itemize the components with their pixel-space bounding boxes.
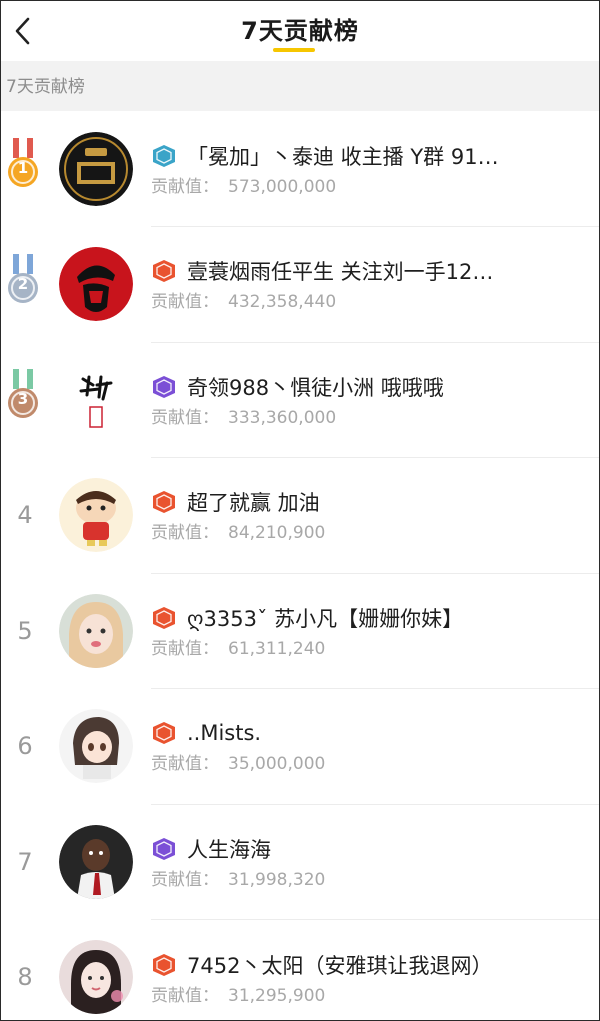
- user-info: 「冕加」丶泰迪 收主播 Y群 91… 贡献值： 573,000,000: [151, 111, 599, 227]
- user-info: ..Mists. 贡献值： 35,000,000: [151, 688, 599, 805]
- anime-avatar[interactable]: [59, 709, 133, 784]
- user-name: 7452丶太阳（安雅琪让我退网）: [187, 953, 493, 978]
- rank-cell: 2: [1, 227, 59, 343]
- page-title: 7天贡献榜: [241, 16, 359, 45]
- score-value: 333,360,000: [228, 407, 337, 428]
- score-label: 贡献值：: [151, 754, 219, 774]
- rank-number: 2: [17, 274, 29, 293]
- name-line: ღ3353ˇ 苏小凡【姗姗你妹】: [151, 603, 559, 633]
- ranking-row[interactable]: 6 ..Mists. 贡献值： 35,000,000: [1, 689, 599, 805]
- score-label: 贡献值：: [151, 176, 219, 197]
- score-label: 贡献值：: [151, 292, 219, 312]
- name-line: 7452丶太阳（安雅琪让我退网）: [151, 950, 559, 980]
- level-badge-icon: [151, 490, 177, 514]
- score-line: 贡献值： 333,360,000: [151, 403, 336, 428]
- rank-number: 1: [17, 159, 29, 177]
- screen: 7天贡献榜 7天贡献榜 1 「冕加」丶泰迪 收主播 Y群 91… 贡献值： 573,…: [0, 0, 600, 1021]
- score-value: 573,000,000: [228, 176, 337, 197]
- rank-number: 5: [17, 616, 33, 645]
- rank-number: 6: [17, 732, 33, 761]
- ranking-row[interactable]: 2 壹蓑烟雨任平生 关注刘一手12… 贡献值： 432,358,440: [1, 227, 599, 343]
- rank-cell: 6: [1, 689, 59, 805]
- score-value: 61,311,240: [228, 638, 326, 659]
- score-line: 贡献值： 61,311,240: [151, 634, 325, 659]
- girl-avatar[interactable]: [59, 593, 133, 668]
- score-label: 贡献值：: [151, 638, 219, 659]
- score-value: 84,210,900: [228, 523, 326, 543]
- ranking-row[interactable]: 8 7452丶太阳（安雅琪让我退网） 贡献值： 31,295,900: [1, 920, 599, 1021]
- score-value: 35,000,000: [228, 754, 326, 774]
- user-name: ..Mists.: [187, 721, 262, 745]
- ranking-row[interactable]: 5 ღ3353ˇ 苏小凡【姗姗你妹】贡献值： 61,311,240: [1, 573, 599, 689]
- portrait-avatar[interactable]: [59, 247, 133, 322]
- level-badge-icon: [151, 375, 177, 399]
- level-badge-icon: [151, 606, 177, 630]
- user-info: ღ3353ˇ 苏小凡【姗姗你妹】贡献值： 61,311,240: [151, 573, 599, 689]
- level-badge-icon: [151, 144, 177, 168]
- name-line: 奇领988丶惧徒小洲 哦哦哦: [151, 372, 559, 402]
- chevron-left-icon: [15, 17, 30, 45]
- child-avatar[interactable]: [59, 824, 133, 899]
- score-line: 贡献值： 31,998,320: [151, 865, 325, 890]
- score-label: 贡献值：: [151, 407, 219, 428]
- score-value: 432,358,440: [228, 292, 337, 312]
- score-line: 贡献值： 573,000,000: [151, 172, 336, 197]
- logo-avatar[interactable]: [59, 131, 133, 206]
- name-line: 壹蓑烟雨任平生 关注刘一手12…: [151, 256, 559, 286]
- user-info: 人生海海贡献值： 31,998,320: [151, 804, 599, 920]
- user-name: 「冕加」丶泰迪 收主播 Y群 91…: [187, 144, 499, 169]
- top-bar: 7天贡献榜: [1, 1, 599, 61]
- rank-cell: 4: [1, 458, 59, 574]
- user-name: 壹蓑烟雨任平生 关注刘一手12…: [187, 260, 494, 284]
- score-label: 贡献值：: [151, 523, 219, 543]
- score-value: 31,998,320: [228, 869, 326, 890]
- user-name: 奇领988丶惧徒小洲 哦哦哦: [187, 375, 444, 400]
- title-underline: [273, 48, 315, 52]
- name-line: 人生海海: [151, 834, 559, 864]
- ranking-list: 1 「冕加」丶泰迪 收主播 Y群 91… 贡献值： 573,000,000 2 壹蓑…: [1, 111, 599, 1021]
- rank-cell: 1: [1, 111, 59, 227]
- user-info: 壹蓑烟雨任平生 关注刘一手12… 贡献值： 432,358,440: [151, 226, 599, 343]
- rank-number: 4: [17, 501, 33, 530]
- level-badge-icon: [151, 953, 177, 977]
- score-line: 贡献值： 31,295,900: [151, 981, 325, 1006]
- score-line: 贡献值： 432,358,440: [151, 287, 336, 312]
- rank-cell: 7: [1, 804, 59, 920]
- name-line: 「冕加」丶泰迪 收主播 Y群 91…: [151, 141, 559, 171]
- user-info: 7452丶太阳（安雅琪让我退网） 贡献值： 31,295,900: [151, 920, 599, 1021]
- ranking-row[interactable]: 7 人生海海贡献值： 31,998,320: [1, 804, 599, 920]
- score-label: 贡献值：: [151, 985, 219, 1006]
- user-name: 超了就赢 加油: [187, 491, 320, 515]
- level-badge-icon: [151, 837, 177, 861]
- rank-cell: 8: [1, 920, 59, 1021]
- score-label: 贡献值：: [151, 869, 219, 890]
- ranking-row[interactable]: 4 超了就赢 加油贡献值： 84,210,900: [1, 458, 599, 574]
- name-line: 超了就赢 加油: [151, 487, 559, 517]
- rank-cell: 3: [1, 342, 59, 458]
- score-line: 贡献值： 35,000,000: [151, 749, 325, 774]
- name-line: ..Mists.: [151, 718, 559, 748]
- user-info: 奇领988丶惧徒小洲 哦哦哦贡献值： 333,360,000: [151, 342, 599, 458]
- level-badge-icon: [151, 259, 177, 283]
- user-name: ღ3353ˇ 苏小凡【姗姗你妹】: [187, 606, 464, 631]
- rank-number: 8: [17, 963, 33, 992]
- user-info: 超了就赢 加油贡献值： 84,210,900: [151, 457, 599, 574]
- back-button[interactable]: [7, 15, 37, 47]
- level-badge-icon: [151, 721, 177, 745]
- section-header: 7天贡献榜: [1, 61, 599, 111]
- rank-cell: 5: [1, 573, 59, 689]
- rank-number: 7: [17, 847, 33, 876]
- cartoon-avatar[interactable]: [59, 478, 133, 553]
- calligraphy-avatar[interactable]: [59, 362, 133, 437]
- score-value: 31,295,900: [228, 985, 326, 1006]
- score-line: 贡献值： 84,210,900: [151, 518, 325, 543]
- ranking-row[interactable]: 1 「冕加」丶泰迪 收主播 Y群 91… 贡献值： 573,000,000: [1, 111, 599, 227]
- rank-number: 3: [17, 390, 29, 408]
- ranking-row[interactable]: 3 奇领988丶惧徒小洲 哦哦哦贡献值： 333,360,000: [1, 342, 599, 458]
- woman-avatar[interactable]: [59, 940, 133, 1015]
- user-name: 人生海海: [187, 837, 271, 862]
